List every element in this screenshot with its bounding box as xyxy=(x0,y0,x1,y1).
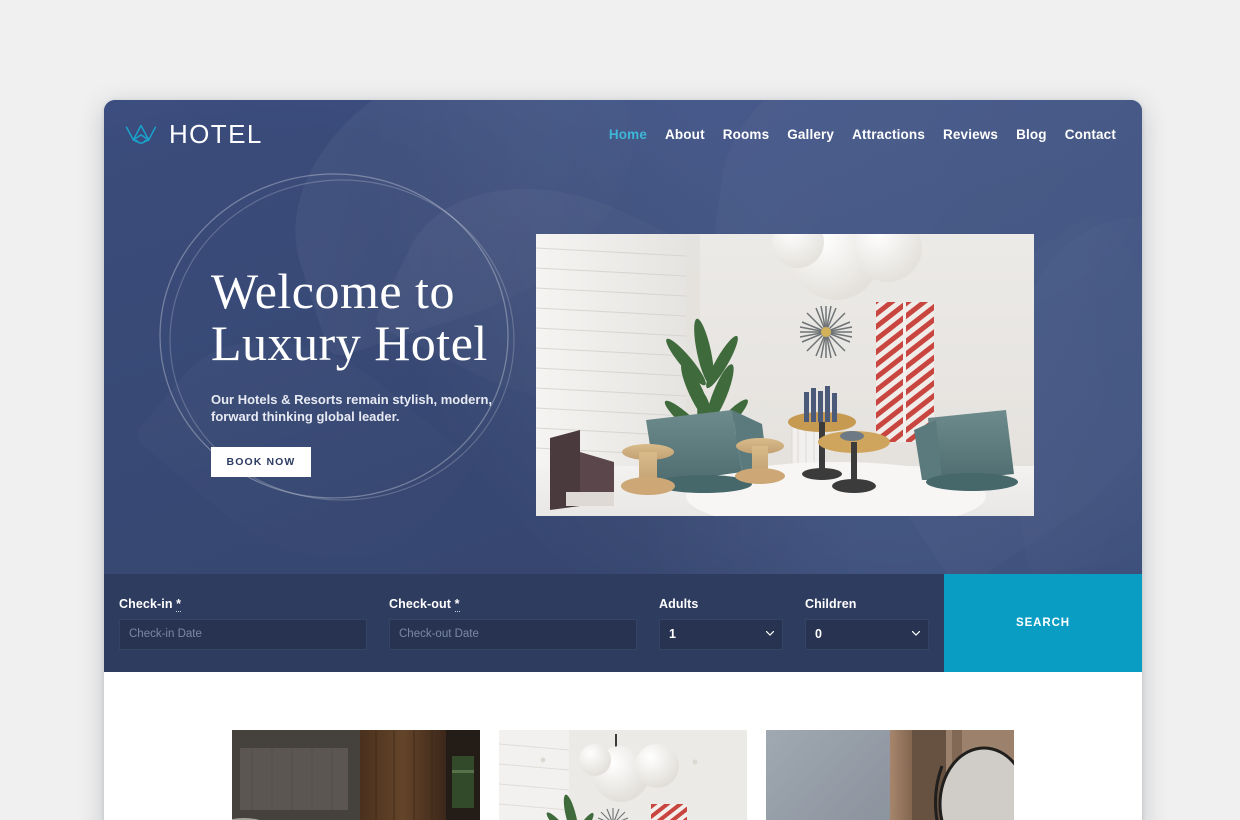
children-field: Children 012345 xyxy=(805,597,929,650)
hero-subtitle: Our Hotels & Resorts remain stylish, mod… xyxy=(211,392,493,424)
children-label: Children xyxy=(805,596,857,611)
hero-copy: Welcome to Luxury Hotel Our Hotels & Res… xyxy=(211,265,611,477)
checkout-label: Check-out * xyxy=(389,596,637,612)
main-navigation: Home About Rooms Gallery Attractions Rev… xyxy=(609,127,1120,142)
brand-name: HOTEL xyxy=(169,118,263,149)
checkin-field: Check-in * xyxy=(119,596,367,650)
nav-item-home[interactable]: Home xyxy=(609,127,647,142)
website-window: HOTEL Home About Rooms Gallery Attractio… xyxy=(104,100,1142,820)
checkin-input[interactable] xyxy=(119,618,367,650)
gallery-thumb-lounge[interactable] xyxy=(499,730,747,820)
mirror-photo xyxy=(766,730,1014,820)
nav-item-contact[interactable]: Contact xyxy=(1065,127,1116,142)
book-now-button[interactable]: BOOK NOW xyxy=(211,447,311,477)
crown-icon xyxy=(125,124,157,145)
checkout-required-marker: * xyxy=(454,596,460,612)
bedroom-photo xyxy=(232,730,480,820)
booking-fields: Check-in * Check-out * Adults 123456 xyxy=(104,574,944,672)
booking-bar: Check-in * Check-out * Adults 123456 xyxy=(104,574,1142,672)
nav-item-gallery[interactable]: Gallery xyxy=(787,127,834,142)
gallery-section xyxy=(104,672,1142,820)
brand-logo[interactable]: HOTEL xyxy=(124,119,263,150)
gallery-thumb-bedroom[interactable] xyxy=(232,730,480,820)
screenshot-viewport: HOTEL Home About Rooms Gallery Attractio… xyxy=(0,0,1240,820)
adults-select[interactable]: 123456 xyxy=(659,618,783,650)
nav-item-blog[interactable]: Blog xyxy=(1016,127,1047,142)
checkin-label-text: Check-in xyxy=(119,596,173,611)
site-header: HOTEL Home About Rooms Gallery Attractio… xyxy=(104,100,1142,168)
nav-item-attractions[interactable]: Attractions xyxy=(852,127,925,142)
hero-title: Welcome to Luxury Hotel xyxy=(211,263,488,371)
hero-section: HOTEL Home About Rooms Gallery Attractio… xyxy=(104,100,1142,574)
search-button[interactable]: SEARCH xyxy=(944,574,1142,672)
gallery-row xyxy=(104,730,1142,820)
checkout-field: Check-out * xyxy=(389,596,637,650)
adults-field: Adults 123456 xyxy=(659,597,783,650)
nav-item-about[interactable]: About xyxy=(665,127,705,142)
checkin-required-marker: * xyxy=(176,596,182,612)
nav-item-reviews[interactable]: Reviews xyxy=(943,127,998,142)
adults-label: Adults xyxy=(659,596,699,611)
checkout-input[interactable] xyxy=(389,618,637,650)
checkout-label-text: Check-out xyxy=(389,596,452,611)
gallery-thumb-mirror[interactable] xyxy=(766,730,1014,820)
checkin-label: Check-in * xyxy=(119,596,367,612)
children-select-wrap: 012345 xyxy=(805,618,929,650)
children-select[interactable]: 012345 xyxy=(805,618,929,650)
lounge-photo xyxy=(499,730,747,820)
adults-select-wrap: 123456 xyxy=(659,618,783,650)
nav-item-rooms[interactable]: Rooms xyxy=(723,127,770,142)
